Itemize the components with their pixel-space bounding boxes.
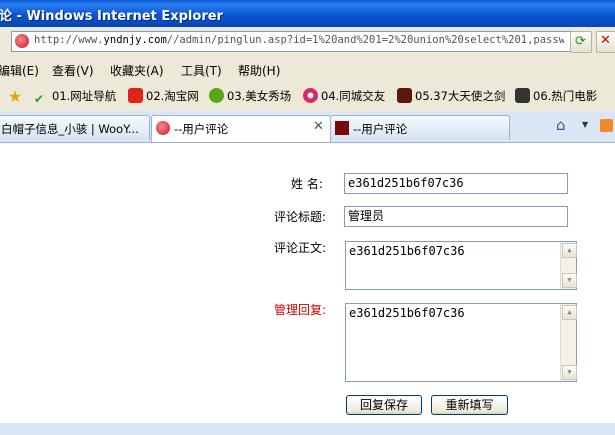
favorite-link[interactable]: 04.同城交友 — [303, 88, 385, 104]
tab-user-comment-active[interactable]: --用户评论 ✕ — [151, 115, 331, 142]
page-content: 姓 名: e361d251b6f07c36 评论标题: 管理员 评论正文: e3… — [0, 143, 615, 435]
taobao-icon — [128, 88, 143, 103]
film-icon — [515, 88, 530, 103]
favorite-link[interactable]: 06.热门电影 — [515, 88, 597, 104]
favorite-link[interactable]: 05.37大天使之剑 — [397, 88, 505, 104]
reply-label: 管理回复: — [274, 303, 327, 317]
menu-favorites[interactable]: 收藏夹(A) — [110, 62, 164, 79]
address-input[interactable]: http://www.yndnjy.com//admin/pinglun.asp… — [11, 31, 571, 52]
tab-user-comment[interactable]: --用户评论 — [330, 115, 510, 140]
site-favicon-icon — [156, 121, 170, 135]
reply-textarea[interactable]: e361d251b6f07c36 ▲ ▼ — [345, 303, 577, 382]
refresh-button[interactable]: ⟳ — [570, 31, 592, 53]
refresh-icon: ⟳ — [575, 34, 586, 49]
scroll-down-icon[interactable]: ▼ — [562, 365, 577, 380]
favorites-star-icon[interactable]: ★ — [8, 87, 22, 106]
home-icon[interactable]: ⌂ — [556, 116, 566, 134]
hao-icon: ✔ — [34, 92, 45, 106]
save-reply-button[interactable]: 回复保存 — [346, 395, 422, 415]
tab-bar: 白帽子信息_小骇 | WooY... --用户评论 ✕ --用户评论 ⌂ ▼ — [0, 111, 615, 143]
status-strip — [0, 423, 615, 435]
menu-bar: 编辑(E) 查看(V) 收藏夹(A) 工具(T) 帮助(H) — [0, 57, 615, 82]
favorite-link[interactable]: 03.美女秀场 — [209, 88, 291, 104]
scroll-down-icon[interactable]: ▼ — [562, 273, 577, 288]
game-icon — [397, 88, 412, 103]
title-label: 评论标题: — [274, 210, 327, 224]
reply-scrollbar[interactable]: ▲ ▼ — [560, 304, 577, 381]
swirl-icon — [303, 88, 318, 103]
window-title: 评论 - Windows Internet Explorer — [0, 9, 223, 24]
menu-view[interactable]: 查看(V) — [52, 62, 94, 79]
ie-icon: ✕ — [600, 33, 611, 48]
reset-button[interactable]: 重新填写 — [431, 395, 508, 415]
name-label: 姓 名: — [291, 177, 323, 191]
menu-edit[interactable]: 编辑(E) — [0, 62, 39, 79]
name-field[interactable]: e361d251b6f07c36 — [344, 173, 568, 194]
favorite-link[interactable]: ✔ 01.网址导航 — [34, 88, 116, 107]
favorites-bar: ★ ✔ 01.网址导航 02.淘宝网 03.美女秀场 04.同城交友 05.37大… — [0, 81, 615, 112]
menu-tools[interactable]: 工具(T) — [181, 62, 222, 79]
menu-help[interactable]: 帮助(H) — [238, 62, 280, 79]
site-favicon-icon — [15, 34, 29, 48]
tab-close-icon[interactable]: ✕ — [313, 119, 324, 134]
title-field[interactable]: 管理员 — [344, 206, 568, 227]
tab-wooyun[interactable]: 白帽子信息_小骇 | WooY... — [0, 115, 150, 140]
compat-view-button[interactable]: ✕ — [596, 31, 615, 53]
scroll-up-icon[interactable]: ▲ — [562, 305, 577, 320]
address-bar: http://www.yndnjy.com//admin/pinglun.asp… — [0, 27, 615, 58]
favorite-link[interactable]: 02.淘宝网 — [128, 88, 199, 104]
body-label: 评论正文: — [274, 241, 327, 255]
body-scrollbar[interactable]: ▲ ▼ — [560, 242, 577, 289]
url-text: http://www.yndnjy.com//admin/pinglun.asp… — [34, 34, 564, 46]
chevron-down-icon[interactable]: ▼ — [582, 120, 588, 129]
title-bar: 评论 - Windows Internet Explorer — [0, 0, 615, 27]
site-favicon-icon — [335, 121, 349, 135]
scroll-up-icon[interactable]: ▲ — [562, 243, 577, 258]
body-textarea[interactable]: e361d251b6f07c36 ▲ ▼ — [345, 241, 577, 290]
rss-icon[interactable] — [600, 119, 613, 132]
play-icon — [209, 88, 224, 103]
